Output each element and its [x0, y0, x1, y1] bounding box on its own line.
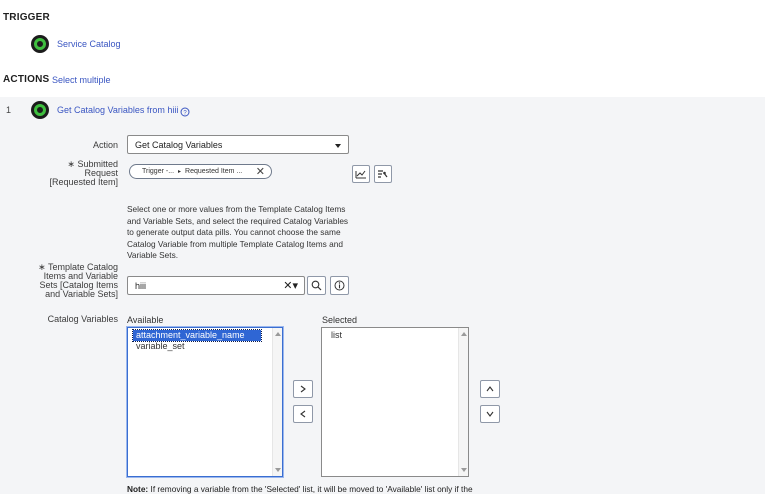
help-circle-icon[interactable]: ? [180, 104, 190, 122]
catalog-variables-label: Catalog Variables [47, 314, 118, 324]
script-toggle-button[interactable] [374, 165, 392, 183]
search-icon [311, 280, 322, 291]
scroll-down-icon[interactable] [275, 468, 281, 472]
template-catalog-value: hiii [135, 280, 147, 291]
step-number: 1 [6, 105, 12, 115]
chevron-down-icon [335, 144, 341, 148]
selected-listbox[interactable]: list [321, 327, 469, 477]
note-text: If removing a variable from the 'Selecte… [148, 484, 473, 494]
template-catalog-input[interactable]: hiii ✕▾ [127, 276, 305, 295]
selected-scrollbar[interactable] [458, 328, 468, 476]
available-label: Available [127, 315, 164, 325]
select-multiple-link[interactable]: Select multiple [52, 75, 111, 85]
action-field-label: Action [92, 140, 118, 150]
move-down-button[interactable] [480, 405, 500, 423]
available-scrollbar[interactable] [272, 328, 282, 476]
script-icon [378, 170, 388, 178]
move-right-button[interactable] [293, 380, 313, 398]
submitted-request-pill-field[interactable]: Trigger -... ▸ Requested Item ... ✕ [129, 164, 272, 179]
chevron-down-icon [486, 411, 494, 417]
pill-requested-item[interactable]: Requested Item ... [185, 168, 242, 175]
action-status-icon [31, 101, 49, 119]
scroll-up-icon[interactable] [461, 332, 467, 336]
scroll-down-icon[interactable] [461, 468, 467, 472]
available-item[interactable]: variable_set [133, 341, 282, 352]
selected-label: Selected [322, 315, 358, 325]
template-catalog-label: ∗ Template Catalog Items and Variable Se… [38, 262, 118, 299]
chevron-up-icon [486, 386, 494, 392]
available-listbox[interactable]: attachment_variable_name variable_set [127, 327, 283, 477]
trigger-status-icon [31, 35, 49, 53]
move-left-button[interactable] [293, 405, 313, 423]
pill-trigger[interactable]: Trigger -... [142, 168, 174, 175]
template-help-text: Select one or more values from the Templ… [127, 204, 349, 261]
clear-pill-icon[interactable]: ✕ [256, 165, 265, 178]
action-select[interactable]: Get Catalog Variables [127, 135, 349, 154]
clear-dropdown-icon[interactable]: ✕▾ [283, 279, 298, 292]
info-icon [334, 280, 345, 291]
info-button[interactable] [330, 276, 349, 295]
action-step-title[interactable]: Get Catalog Variables from hiii [57, 105, 178, 115]
chevron-right-icon [300, 385, 306, 393]
trigger-heading: TRIGGER [3, 12, 50, 23]
action-select-value: Get Catalog Variables [135, 139, 223, 150]
trigger-service-catalog-link[interactable]: Service Catalog [57, 39, 121, 49]
actions-heading: ACTIONS [3, 74, 50, 85]
pill-separator-icon: ▸ [178, 169, 182, 175]
data-pill-picker-button[interactable] [352, 165, 370, 183]
removal-note: Note: If removing a variable from the 'S… [127, 484, 473, 494]
chevron-left-icon [300, 410, 306, 418]
move-up-button[interactable] [480, 380, 500, 398]
available-item[interactable]: attachment_variable_name [132, 329, 262, 342]
selected-item[interactable]: list [328, 330, 468, 341]
lookup-button[interactable] [307, 276, 326, 295]
note-label: Note: [127, 484, 149, 494]
submitted-request-label: ∗ Submitted Request [Requested Item] [49, 159, 118, 187]
scroll-up-icon[interactable] [275, 332, 281, 336]
chart-icon [355, 170, 366, 179]
